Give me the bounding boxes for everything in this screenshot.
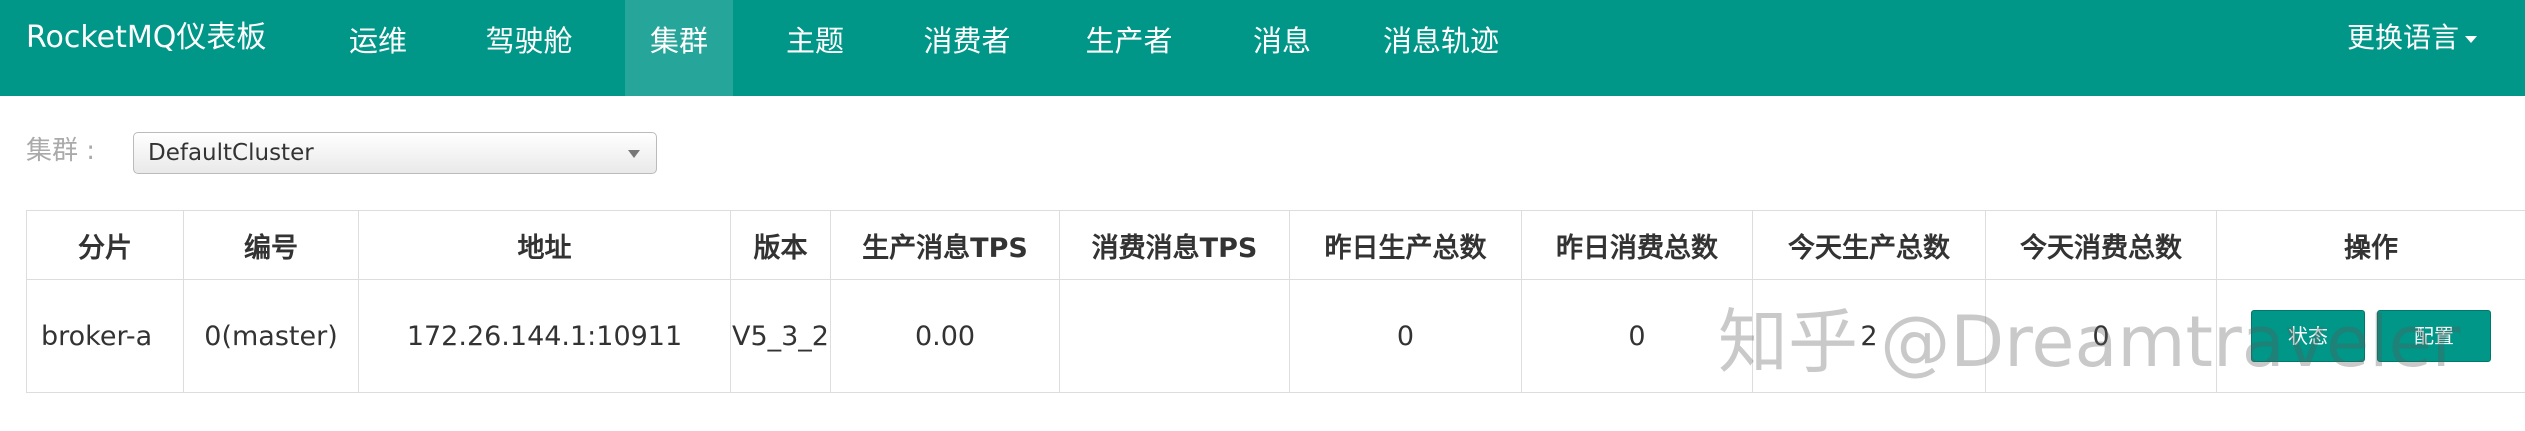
column-header-shard: 分片 — [26, 210, 184, 280]
column-header-yesterday-consumed: 昨日消费总数 — [1521, 210, 1753, 280]
column-header-consume-tps: 消费消息TPS — [1059, 210, 1290, 280]
nav-ops[interactable]: 运维 — [323, 0, 433, 96]
cell-number: 0(master) — [183, 279, 359, 393]
brand-title[interactable]: RocketMQ仪表板 — [26, 0, 266, 76]
column-header-today-produced: 今天生产总数 — [1752, 210, 1986, 280]
cell-shard: broker-a — [26, 279, 184, 393]
cluster-filter-label: 集群 : — [26, 136, 96, 166]
cell-consume-tps — [1059, 279, 1290, 393]
chevron-down-icon — [2465, 35, 2478, 43]
nav-producer[interactable]: 生产者 — [1074, 0, 1184, 96]
cluster-select-value: DefaultCluster — [148, 140, 314, 166]
column-header-yesterday-produced: 昨日生产总数 — [1289, 210, 1522, 280]
nav-cluster[interactable]: 集群 — [625, 0, 733, 96]
column-header-produce-tps: 生产消息TPS — [830, 210, 1060, 280]
language-menu-label: 更换语言 — [2347, 21, 2460, 54]
top-navbar: RocketMQ仪表板 运维 驾驶舱 集群 主题 消费者 生产者 消息 消息轨迹… — [0, 0, 2525, 96]
column-header-actions: 操作 — [2216, 210, 2525, 280]
cell-produce-tps: 0.00 — [830, 279, 1060, 393]
cell-version: V5_3_2 — [730, 279, 831, 393]
nav-topic[interactable]: 主题 — [765, 0, 865, 96]
watermark: 知乎 @Dreamtraveler — [1718, 301, 2461, 383]
column-header-version: 版本 — [730, 210, 831, 280]
chevron-down-icon — [628, 150, 640, 158]
table-header-row: 分片 编号 地址 版本 生产消息TPS 消费消息TPS 昨日生产总数 昨日消费总… — [26, 210, 2525, 280]
nav-dashboard[interactable]: 驾驶舱 — [465, 0, 593, 96]
column-header-today-consumed: 今天消费总数 — [1985, 210, 2217, 280]
column-header-number: 编号 — [183, 210, 359, 280]
nav-message-trace[interactable]: 消息轨迹 — [1372, 0, 1510, 96]
cell-address: 172.26.144.1:10911 — [358, 279, 731, 393]
cluster-select[interactable]: DefaultCluster — [133, 132, 657, 174]
column-header-address: 地址 — [358, 210, 731, 280]
nav-message[interactable]: 消息 — [1232, 0, 1332, 96]
cell-yesterday-produced: 0 — [1289, 279, 1522, 393]
nav-consumer[interactable]: 消费者 — [912, 0, 1022, 96]
language-menu[interactable]: 更换语言 — [2347, 0, 2525, 76]
